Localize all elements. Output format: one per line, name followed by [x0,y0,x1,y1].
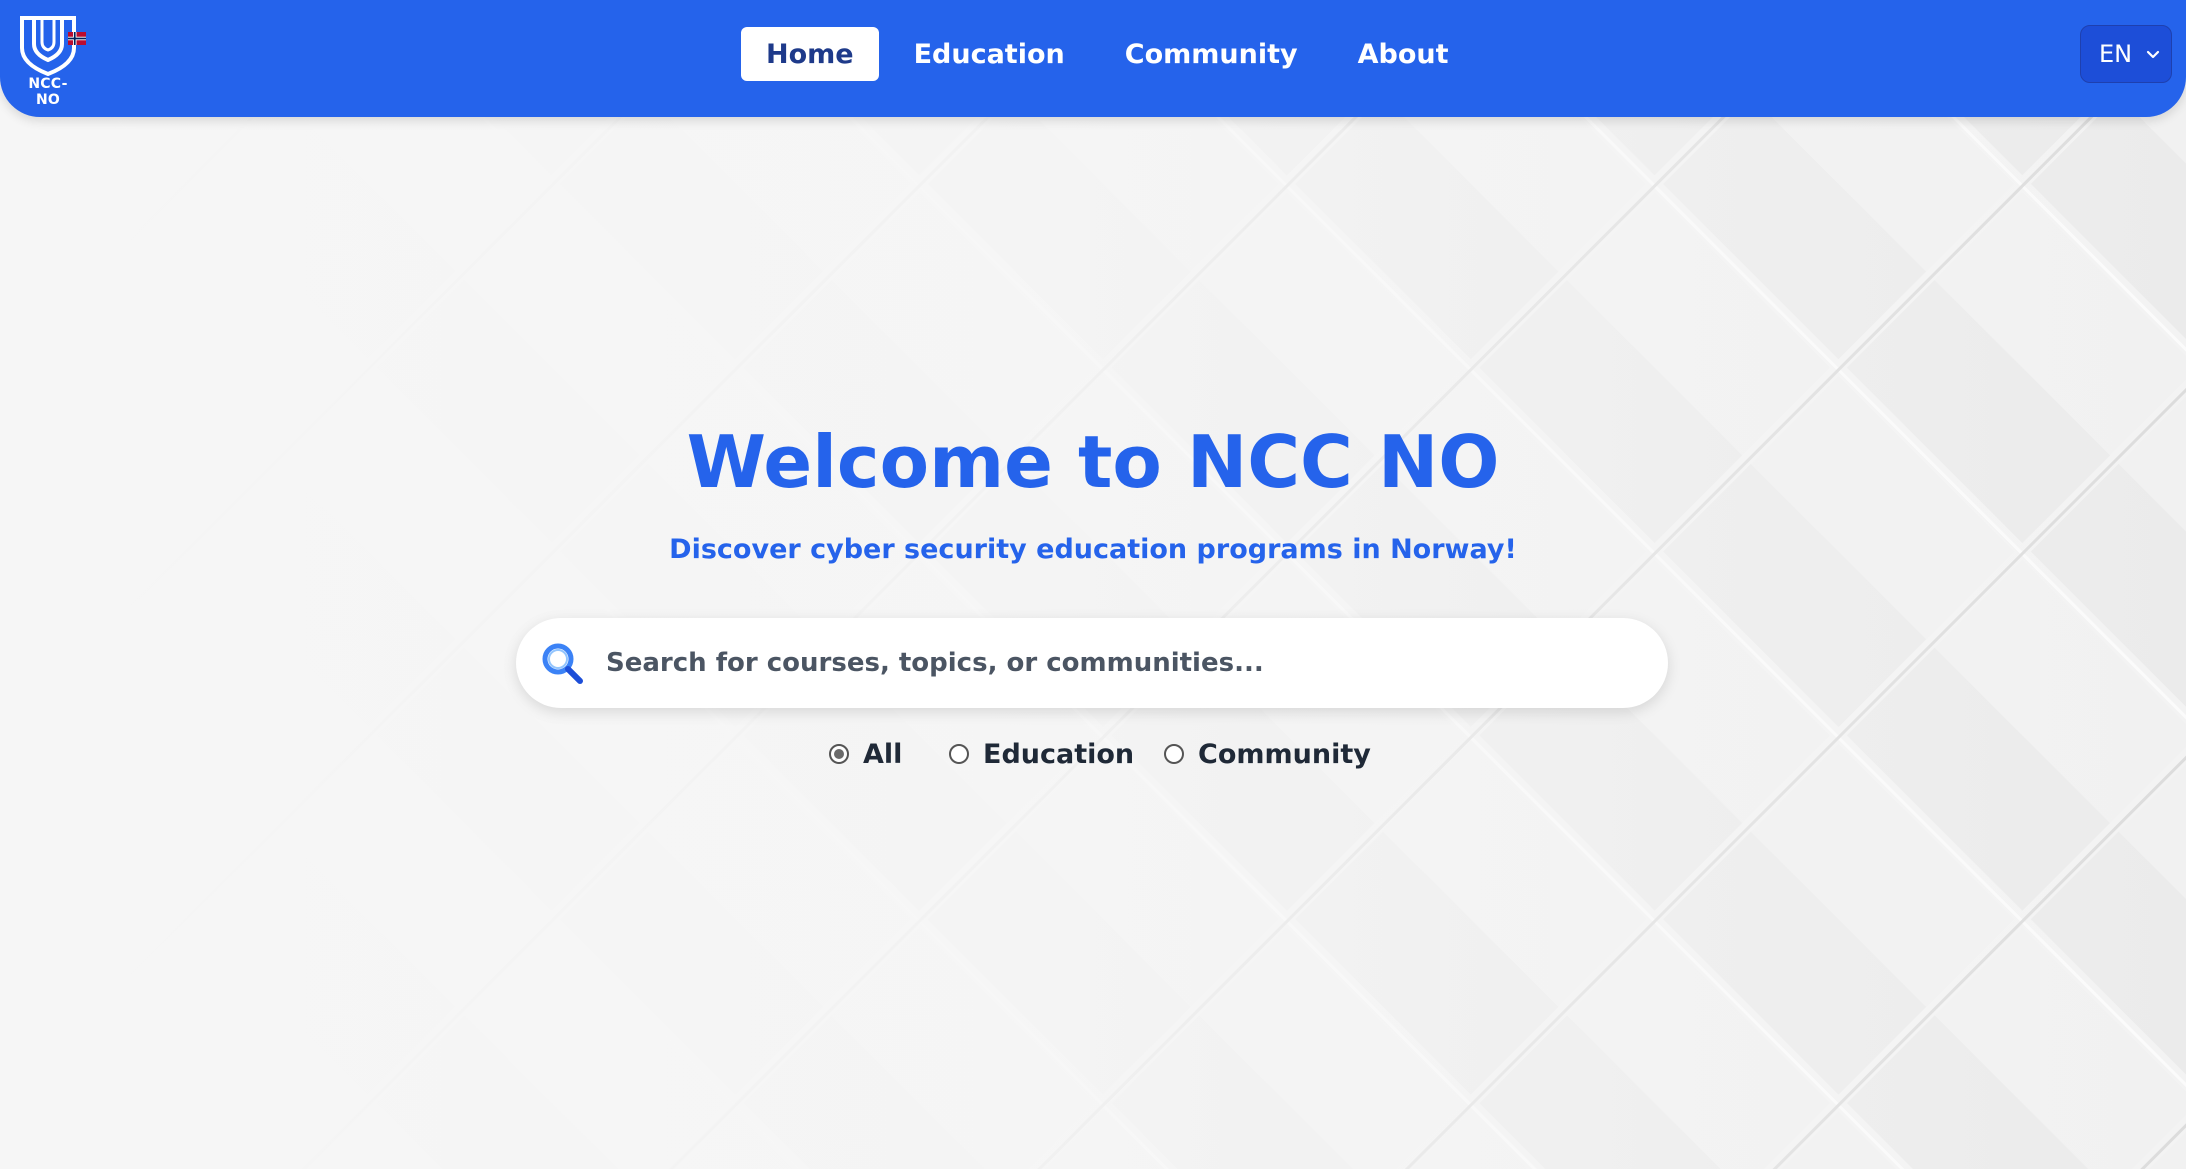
nav-education[interactable]: Education [889,27,1090,81]
chevron-down-icon [2146,50,2160,59]
logo-text: NCC-NO [28,76,68,108]
language-select[interactable]: EN [2080,25,2172,83]
search-filters: All Education Community [0,736,2186,772]
logo[interactable]: NCC-NO [18,14,98,108]
search-bar [516,618,1668,708]
top-navbar: NCC-NO Home Education Community About EN [0,0,2186,117]
radio-education[interactable] [949,744,969,764]
language-value: EN [2099,40,2133,68]
radio-all[interactable] [829,744,849,764]
nav-home[interactable]: Home [741,27,879,81]
nav-community[interactable]: Community [1100,27,1323,81]
filter-education-label: Education [983,738,1135,770]
filter-community[interactable]: Community [1164,736,1371,772]
filter-all-label: All [863,738,903,770]
radio-community[interactable] [1164,744,1184,764]
background-pattern [0,0,2186,1169]
filter-education[interactable]: Education [949,736,1134,772]
norway-flag-icon [68,32,86,45]
shield-logo-icon [20,16,76,76]
page-title: Welcome to NCC NO [686,420,1500,504]
nav-about[interactable]: About [1333,27,1474,81]
filter-community-label: Community [1198,738,1371,770]
page-subtitle: Discover cyber security education progra… [669,534,1517,565]
filter-all[interactable]: All [829,736,902,772]
search-icon [542,643,583,684]
main-nav: Home Education Community About [741,27,1484,81]
search-input[interactable] [606,638,1636,688]
